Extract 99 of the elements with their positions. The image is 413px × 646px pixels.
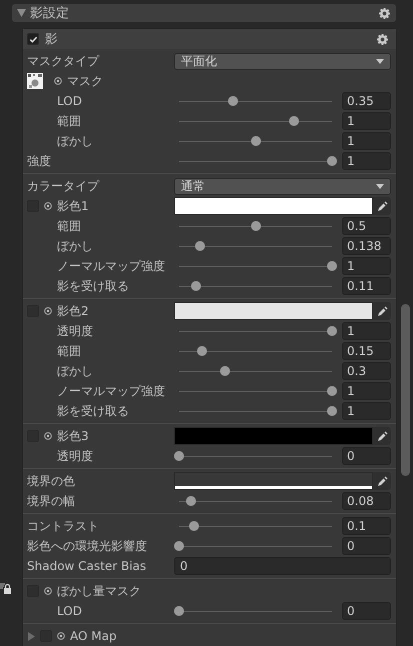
eyedropper-icon: [376, 306, 388, 316]
texture-icon[interactable]: [27, 73, 43, 89]
value-field[interactable]: 0.15: [342, 342, 391, 360]
slider-thumb[interactable]: [190, 281, 201, 291]
value-field[interactable]: 0: [342, 447, 391, 465]
slider-thumb[interactable]: [327, 386, 337, 396]
object-picker-icon[interactable]: [54, 77, 62, 85]
value-field[interactable]: 0: [342, 602, 391, 620]
object-picker-icon[interactable]: [44, 432, 52, 440]
eyedropper-button[interactable]: [373, 302, 391, 320]
slider-thumb[interactable]: [174, 606, 184, 616]
expand-arrow-icon[interactable]: [27, 632, 35, 640]
object-picker-icon[interactable]: [44, 587, 52, 595]
field-label: ぼかし: [57, 362, 93, 380]
value-field[interactable]: 0.3: [342, 362, 391, 380]
field-label: 影色3: [57, 428, 89, 444]
field-label: マスクタイプ: [27, 52, 99, 70]
value-field[interactable]: 0.1: [342, 517, 391, 535]
dropdown[interactable]: 通常: [174, 178, 391, 194]
value-field[interactable]: 1: [342, 382, 391, 400]
component-header[interactable]: 影: [23, 29, 396, 49]
slider-thumb[interactable]: [195, 241, 206, 251]
section-header[interactable]: 影設定: [12, 4, 396, 22]
object-picker-icon[interactable]: [44, 202, 52, 210]
field-label: 透明度: [57, 322, 93, 340]
slider-thumb[interactable]: [327, 326, 337, 336]
field-label: コントラスト: [27, 518, 99, 534]
slider-thumb[interactable]: [189, 521, 200, 531]
slider-thumb[interactable]: [327, 406, 337, 416]
caret-icon: [376, 58, 384, 64]
field-label: カラータイプ: [27, 178, 99, 194]
value-field[interactable]: 0.11: [342, 277, 391, 295]
eyedropper-button[interactable]: [373, 472, 391, 490]
slider-thumb[interactable]: [288, 116, 299, 126]
field-label: LOD: [57, 604, 82, 618]
field-label: Shadow Caster Bias: [27, 559, 146, 573]
caret-icon: [376, 184, 384, 188]
field-label: 透明度: [57, 448, 93, 464]
field-label: 境界の色: [27, 472, 75, 490]
value-field[interactable]: 1: [342, 257, 391, 275]
field-label: 境界の幅: [27, 492, 75, 510]
field-label: 影色への環境光影響度: [27, 538, 147, 554]
slider-thumb[interactable]: [186, 496, 196, 506]
field-label: 範囲: [57, 112, 81, 130]
settings-icon[interactable]: [379, 8, 390, 18]
field-label: 範囲: [57, 342, 81, 360]
object-picker-icon[interactable]: [44, 307, 52, 315]
field-label: 影色1: [57, 198, 89, 214]
field-label: LOD: [57, 94, 82, 108]
component-title: 影: [45, 30, 59, 48]
slider-thumb[interactable]: [196, 346, 207, 356]
expand-arrow-icon[interactable]: [17, 9, 26, 17]
value-field[interactable]: 0.5: [342, 217, 391, 235]
section-title: 影設定: [30, 5, 70, 22]
slider-thumb[interactable]: [250, 136, 260, 146]
checkbox[interactable]: [27, 33, 39, 45]
field-label: 範囲: [57, 218, 81, 234]
value-field[interactable]: 1: [342, 152, 391, 170]
value-field[interactable]: 0.138: [342, 237, 391, 255]
field-label: マスク: [67, 72, 103, 90]
field-label: 影色2: [57, 302, 89, 320]
slider-thumb[interactable]: [220, 366, 230, 376]
dropdown[interactable]: 平面化: [174, 52, 391, 70]
number-field[interactable]: 0: [174, 557, 391, 575]
slider-thumb[interactable]: [250, 221, 260, 231]
color-swatch[interactable]: [174, 302, 373, 320]
value-field[interactable]: 1: [342, 322, 391, 340]
field-label: ぼかし: [57, 238, 93, 254]
slider-thumb[interactable]: [327, 156, 337, 166]
field-label: 影を受け取る: [57, 402, 129, 420]
field-label: 影を受け取る: [57, 278, 129, 294]
eyedropper-icon: [376, 430, 388, 442]
slider-thumb[interactable]: [327, 261, 337, 271]
field-label: ノーマルマップ強度: [57, 382, 165, 400]
value-field[interactable]: 0: [342, 537, 391, 555]
slider-thumb[interactable]: [174, 451, 184, 461]
value-field[interactable]: 1: [342, 402, 391, 420]
color-swatch[interactable]: [174, 427, 373, 445]
value-field[interactable]: 1: [342, 132, 391, 150]
value-field[interactable]: 0.35: [342, 92, 391, 110]
slider-thumb[interactable]: [228, 96, 238, 106]
object-picker-icon[interactable]: [57, 632, 65, 640]
scrollbar-thumb[interactable]: [401, 304, 410, 476]
eyedropper-button[interactable]: [373, 197, 391, 215]
field-label: ぼかし量マスク: [57, 582, 141, 600]
field-label: ぼかし: [57, 132, 93, 150]
eyedropper-icon: [376, 476, 388, 486]
slider-thumb[interactable]: [174, 541, 184, 551]
lock-icon[interactable]: [0, 583, 11, 594]
field-label: ノーマルマップ強度: [57, 258, 165, 274]
field-label: AO Map: [70, 629, 117, 643]
eyedropper-button[interactable]: [373, 427, 391, 445]
value-field[interactable]: 0.08: [342, 492, 391, 510]
value-field[interactable]: 1: [342, 112, 391, 130]
field-label: 強度: [27, 152, 51, 170]
settings-icon[interactable]: [377, 34, 388, 44]
color-swatch[interactable]: [174, 197, 373, 215]
color-swatch[interactable]: [174, 472, 373, 490]
eyedropper-icon: [376, 200, 388, 212]
